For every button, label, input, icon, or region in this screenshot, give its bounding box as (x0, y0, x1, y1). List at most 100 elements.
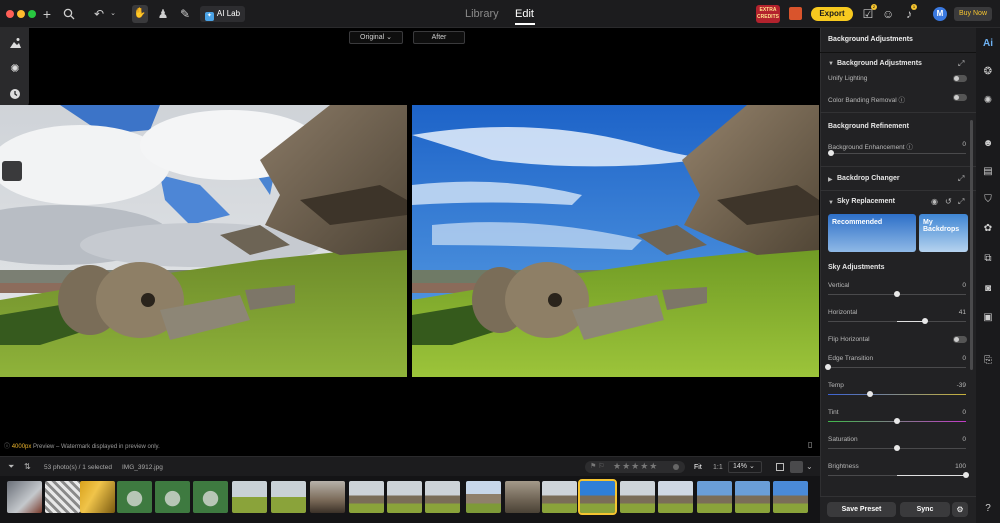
buy-now-button[interactable]: Buy Now (954, 7, 992, 21)
history-icon[interactable] (8, 88, 22, 102)
section-background-adjustments[interactable]: Background Adjustments (837, 60, 922, 67)
chevron-down-icon[interactable]: ⌄ (806, 463, 813, 471)
reset-icon[interactable]: ⤢ (958, 198, 964, 206)
my-backdrops-card[interactable]: My Backdrops (919, 214, 968, 252)
ai-lab-button[interactable]: ✦ AI Lab (200, 6, 245, 22)
ai-icon[interactable]: Ai (981, 37, 995, 51)
thumbnail-selected[interactable] (578, 479, 617, 515)
sync-button[interactable]: Sync (900, 502, 950, 517)
panel-scrollbar[interactable] (970, 120, 973, 370)
tint-slider-knob[interactable] (894, 418, 900, 424)
folder-icon[interactable]: ▣ (981, 311, 995, 325)
flip-horizontal-toggle[interactable] (953, 336, 967, 343)
shirt-icon[interactable]: ⛉ (981, 193, 995, 207)
tab-library[interactable]: Library (465, 7, 499, 21)
undo-icon[interactable]: ↶ (92, 6, 106, 22)
thumbnail[interactable] (505, 481, 540, 513)
minimize-window-button[interactable] (17, 10, 25, 18)
paw-icon[interactable]: ✿ (981, 222, 995, 236)
thumbnail[interactable] (310, 481, 345, 513)
info-icon: ⓘ (906, 144, 913, 151)
help-icon[interactable]: ? (981, 502, 995, 516)
reset-icon[interactable]: ⤢ (958, 175, 964, 183)
edge-transition-slider-knob[interactable] (825, 364, 831, 370)
stamp-tool-icon[interactable]: ♟ (156, 6, 170, 22)
fit-button[interactable]: Fit (694, 464, 702, 471)
temp-slider[interactable] (828, 394, 966, 395)
bg-enhancement-slider-knob[interactable] (828, 150, 834, 156)
flag-icon[interactable]: ⚑ ⚐ (590, 462, 605, 470)
tab-edit[interactable]: Edit (515, 7, 534, 21)
thumbnail[interactable] (232, 481, 267, 513)
edge-transition-slider[interactable] (828, 367, 966, 368)
landscape-icon[interactable]: ▤ (981, 165, 995, 179)
collapse-triangle-icon[interactable]: ▼ (828, 60, 834, 68)
sync-settings-icon[interactable]: ⚙ (952, 502, 968, 517)
thumbnail[interactable] (735, 481, 770, 513)
add-icon[interactable]: + (40, 6, 54, 22)
sort-icon[interactable]: ⇅ (24, 463, 31, 471)
filter-icon[interactable]: ⏷ (8, 463, 14, 471)
thumbnail[interactable] (80, 481, 115, 513)
brush-tool-icon[interactable]: ✎ (178, 6, 192, 22)
zoom-select[interactable]: 14% ⌄ (728, 461, 762, 473)
export-button[interactable]: Export (811, 7, 853, 21)
recommended-skies-card[interactable]: Recommended (828, 214, 916, 252)
one-to-one-button[interactable]: 1:1 (713, 464, 723, 471)
thumbnail[interactable] (271, 481, 306, 513)
vertical-slider-knob[interactable] (894, 291, 900, 297)
thumbnail[interactable] (620, 481, 655, 513)
thumbnail[interactable] (117, 481, 152, 513)
gift-icon[interactable] (789, 7, 802, 20)
star-rating[interactable]: ★★★★★ (613, 461, 658, 472)
saturation-slider-knob[interactable] (894, 445, 900, 451)
avatar[interactable]: M (933, 7, 947, 21)
section-backdrop-changer[interactable]: Backdrop Changer (837, 175, 900, 182)
original-photo[interactable] (0, 105, 407, 377)
section-sky-replacement[interactable]: Sky Replacement (837, 198, 895, 205)
undo-icon[interactable]: ↺ (945, 198, 952, 206)
effects-icon[interactable]: ✺ (8, 62, 22, 76)
face-icon[interactable]: ☻ (981, 137, 995, 151)
thumbnail[interactable] (45, 481, 80, 513)
thumbnail[interactable] (387, 481, 422, 513)
thumbnail[interactable] (155, 481, 190, 513)
color-banding-toggle[interactable] (953, 94, 967, 101)
save-preset-button[interactable]: Save Preset (827, 502, 896, 517)
compare-panels-icon[interactable]: ▯ (808, 441, 812, 449)
thumbnail[interactable] (466, 481, 501, 513)
camera-icon[interactable]: ◙ (981, 282, 995, 296)
maximize-window-button[interactable] (28, 10, 36, 18)
original-view-select[interactable]: Original ⌄ (349, 31, 403, 44)
bg-enhancement-slider[interactable] (828, 153, 966, 154)
bookmark-icon[interactable]: ⎘ (981, 354, 995, 368)
portrait-enhance-icon[interactable] (8, 36, 22, 50)
thumbnail[interactable] (193, 481, 228, 513)
color-label-icon[interactable] (673, 464, 679, 470)
hand-tool-icon[interactable]: ✋ (132, 5, 148, 23)
close-window-button[interactable] (6, 10, 14, 18)
crop-icon[interactable]: ⧉ (981, 252, 995, 266)
thumbnail[interactable] (658, 481, 693, 513)
visibility-icon[interactable]: ◉ (931, 198, 938, 206)
unify-lighting-toggle[interactable] (953, 75, 967, 82)
thumbnail[interactable] (7, 481, 42, 513)
thumbnail[interactable] (542, 481, 577, 513)
palette-icon[interactable]: ❂ (981, 65, 995, 79)
undo-menu-chevron-icon[interactable]: ⌄ (108, 6, 118, 22)
single-view-icon[interactable] (776, 463, 784, 471)
thumbnail[interactable] (425, 481, 460, 513)
search-icon[interactable] (62, 6, 76, 22)
after-photo[interactable] (412, 105, 819, 377)
compare-view-icon[interactable] (790, 461, 803, 473)
expand-triangle-icon[interactable]: ▶ (828, 176, 833, 184)
thumbnail[interactable] (697, 481, 732, 513)
collapse-triangle-icon[interactable]: ▼ (828, 199, 834, 207)
thumbnail[interactable] (349, 481, 384, 513)
brightness-slider-knob[interactable] (963, 472, 969, 478)
thumbnail[interactable] (773, 481, 808, 513)
sun-icon[interactable]: ✺ (981, 94, 995, 108)
reset-icon[interactable]: ⤢ (958, 60, 964, 68)
extra-credits-button[interactable]: EXTRA CREDITS (756, 5, 780, 23)
people-icon[interactable]: ☺ (882, 6, 894, 22)
